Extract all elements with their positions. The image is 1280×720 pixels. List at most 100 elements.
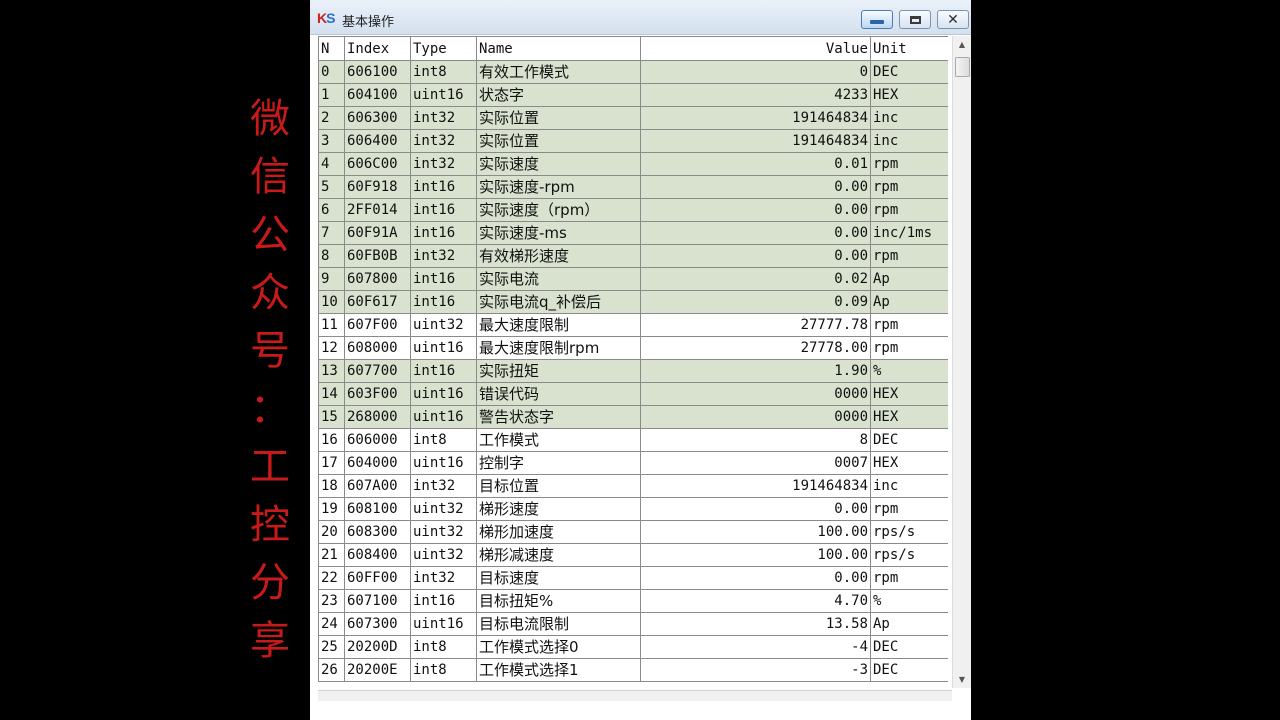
cell-type[interactable]: int16 xyxy=(410,221,477,245)
table-row[interactable]: 7 60F91A int16 实际速度-ms 0.00 inc/1ms xyxy=(318,221,948,245)
cell-n[interactable]: 12 xyxy=(318,336,345,360)
cell-type[interactable]: uint16 xyxy=(410,612,477,636)
cell-value[interactable]: 100.00 xyxy=(640,543,871,567)
cell-value[interactable]: 0.01 xyxy=(640,152,871,176)
cell-value[interactable]: 191464834 xyxy=(640,106,871,130)
table-row[interactable]: 13 607700 int16 实际扭矩 1.90% xyxy=(318,359,948,383)
cell-unit[interactable]: rpm xyxy=(870,336,948,360)
cell-index[interactable]: 606000 xyxy=(344,428,411,452)
cell-n[interactable]: 0 xyxy=(318,60,345,84)
cell-name[interactable]: 实际位置 xyxy=(476,129,641,153)
cell-index[interactable]: 20200E xyxy=(344,658,411,682)
cell-name[interactable]: 有效梯形速度 xyxy=(476,244,641,268)
cell-n[interactable]: 13 xyxy=(318,359,345,383)
cell-value[interactable]: 27778.00 xyxy=(640,336,871,360)
cell-unit[interactable]: rpm xyxy=(870,152,948,176)
cell-n[interactable]: 15 xyxy=(318,405,345,429)
column-header-name[interactable]: Name xyxy=(476,36,641,61)
cell-index[interactable]: 606100 xyxy=(344,60,411,84)
column-header-n[interactable]: N xyxy=(318,36,345,61)
cell-type[interactable]: int8 xyxy=(410,60,477,84)
cell-unit[interactable]: rpm xyxy=(870,244,948,268)
cell-name[interactable]: 实际位置 xyxy=(476,106,641,130)
cell-type[interactable]: int16 xyxy=(410,359,477,383)
cell-type[interactable]: int32 xyxy=(410,106,477,130)
cell-unit[interactable]: inc xyxy=(870,129,948,153)
cell-unit[interactable]: inc/1ms xyxy=(870,221,948,245)
cell-value[interactable]: 13.58 xyxy=(640,612,871,636)
cell-value[interactable]: 4.70 xyxy=(640,589,871,613)
cell-unit[interactable]: Ap xyxy=(870,612,948,636)
cell-value[interactable]: 0.00 xyxy=(640,244,871,268)
cell-type[interactable]: int32 xyxy=(410,474,477,498)
cell-value[interactable]: 0000 xyxy=(640,405,871,429)
cell-value[interactable]: 0.00 xyxy=(640,566,871,590)
table-row[interactable]: 4 606C00 int32 实际速度 0.01 rpm xyxy=(318,152,948,176)
cell-index[interactable]: 607100 xyxy=(344,589,411,613)
cell-type[interactable]: int8 xyxy=(410,428,477,452)
cell-unit[interactable]: DEC xyxy=(870,60,948,84)
cell-index[interactable]: 607700 xyxy=(344,359,411,383)
cell-unit[interactable]: Ap xyxy=(870,290,948,314)
cell-n[interactable]: 16 xyxy=(318,428,345,452)
cell-unit[interactable]: HEX xyxy=(870,382,948,406)
cell-name[interactable]: 最大速度限制rpm xyxy=(476,336,641,360)
cell-name[interactable]: 警告状态字 xyxy=(476,405,641,429)
table-row[interactable]: 25 20200D int8 工作模式选择0 -4 DEC xyxy=(318,635,948,659)
cell-n[interactable]: 14 xyxy=(318,382,345,406)
cell-index[interactable]: 604100 xyxy=(344,83,411,107)
cell-type[interactable]: int16 xyxy=(410,589,477,613)
cell-index[interactable]: 607A00 xyxy=(344,474,411,498)
cell-value[interactable]: -4 xyxy=(640,635,871,659)
table-row[interactable]: 16 606000 int8 工作模式 8 DEC xyxy=(318,428,948,452)
table-row[interactable]: 24 607300 uint16 目标电流限制 13.58 Ap xyxy=(318,612,948,636)
cell-name[interactable]: 梯形速度 xyxy=(476,497,641,521)
table-row[interactable]: 2 606300 int32 实际位置 191464834 inc xyxy=(318,106,948,130)
cell-unit[interactable]: rpm xyxy=(870,313,948,337)
cell-name[interactable]: 有效工作模式 xyxy=(476,60,641,84)
cell-type[interactable]: uint32 xyxy=(410,520,477,544)
title-bar[interactable]: KS 基本操作 ✕ xyxy=(310,0,971,35)
cell-value[interactable]: 8 xyxy=(640,428,871,452)
cell-type[interactable]: uint16 xyxy=(410,405,477,429)
cell-unit[interactable]: rpm xyxy=(870,566,948,590)
cell-value[interactable]: -3 xyxy=(640,658,871,682)
cell-index[interactable]: 608300 xyxy=(344,520,411,544)
cell-type[interactable]: uint32 xyxy=(410,543,477,567)
cell-n[interactable]: 22 xyxy=(318,566,345,590)
cell-name[interactable]: 实际速度（rpm） xyxy=(476,198,641,222)
cell-unit[interactable]: rps/s xyxy=(870,520,948,544)
cell-value[interactable]: 0.00 xyxy=(640,497,871,521)
cell-type[interactable]: int16 xyxy=(410,175,477,199)
cell-name[interactable]: 控制字 xyxy=(476,451,641,475)
cell-unit[interactable]: DEC xyxy=(870,428,948,452)
cell-unit[interactable]: HEX xyxy=(870,83,948,107)
cell-unit[interactable]: HEX xyxy=(870,451,948,475)
cell-name[interactable]: 目标速度 xyxy=(476,566,641,590)
cell-unit[interactable]: DEC xyxy=(870,635,948,659)
table-row[interactable]: 19 608100 uint32 梯形速度 0.00 rpm xyxy=(318,497,948,521)
cell-n[interactable]: 2 xyxy=(318,106,345,130)
cell-n[interactable]: 24 xyxy=(318,612,345,636)
cell-type[interactable]: int8 xyxy=(410,658,477,682)
cell-n[interactable]: 6 xyxy=(318,198,345,222)
cell-index[interactable]: 60F918 xyxy=(344,175,411,199)
cell-value[interactable]: 0.00 xyxy=(640,198,871,222)
cell-value[interactable]: 0000 xyxy=(640,382,871,406)
cell-value[interactable]: 27777.78 xyxy=(640,313,871,337)
cell-type[interactable]: uint16 xyxy=(410,83,477,107)
cell-index[interactable]: 60FF00 xyxy=(344,566,411,590)
cell-name[interactable]: 最大速度限制 xyxy=(476,313,641,337)
cell-n[interactable]: 26 xyxy=(318,658,345,682)
cell-n[interactable]: 3 xyxy=(318,129,345,153)
table-row[interactable]: 14 603F00 uint16 错误代码 0000 HEX xyxy=(318,382,948,406)
cell-n[interactable]: 19 xyxy=(318,497,345,521)
table-row[interactable]: 8 60FB0B int32 有效梯形速度 0.00 rpm xyxy=(318,244,948,268)
table-row[interactable]: 6 2FF014 int16 实际速度（rpm） 0.00 rpm xyxy=(318,198,948,222)
cell-type[interactable]: uint16 xyxy=(410,451,477,475)
cell-name[interactable]: 工作模式选择1 xyxy=(476,658,641,682)
vertical-scrollbar[interactable]: ▲ ▼ xyxy=(952,36,971,688)
cell-unit[interactable]: % xyxy=(870,589,948,613)
cell-index[interactable]: 608400 xyxy=(344,543,411,567)
table-row[interactable]: 18 607A00 int32 目标位置 191464834 inc xyxy=(318,474,948,498)
